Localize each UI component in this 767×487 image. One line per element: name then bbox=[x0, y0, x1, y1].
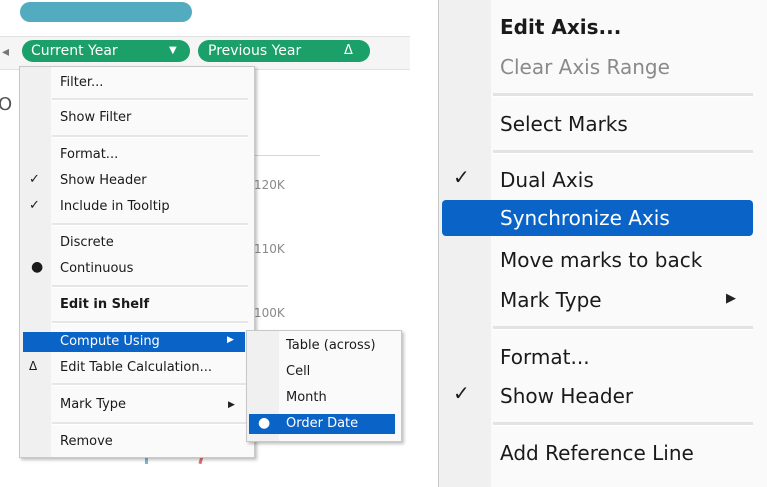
menu-item-edit-in-shelf[interactable]: Edit in Shelf bbox=[60, 296, 149, 314]
delta-icon: Δ bbox=[344, 43, 353, 58]
submenu-arrow-icon: ▶ bbox=[227, 335, 234, 345]
top-shelf-pill[interactable] bbox=[20, 2, 192, 22]
worksheet-area: ◂ Current Year ▼ Previous Year Δ O 120K … bbox=[0, 0, 410, 487]
menu-separator bbox=[493, 422, 753, 426]
menu-item-move-marks-to-back[interactable]: Move marks to back bbox=[500, 247, 702, 273]
menu-item-discrete[interactable]: Discrete bbox=[60, 234, 114, 252]
menu-item-edit-table-calc[interactable]: Edit Table Calculation... bbox=[60, 359, 212, 377]
check-icon: ✓ bbox=[453, 165, 470, 189]
menu-item-select-marks[interactable]: Select Marks bbox=[500, 111, 628, 137]
check-icon: ✓ bbox=[453, 381, 470, 405]
pill-label: Previous Year bbox=[208, 43, 302, 59]
menu-separator bbox=[493, 93, 753, 97]
pill-previous-year[interactable]: Previous Year Δ bbox=[198, 40, 370, 62]
menu-item-mark-type[interactable]: Mark Type bbox=[500, 287, 602, 313]
menu-item-continuous[interactable]: Continuous bbox=[60, 260, 133, 278]
chevron-down-icon[interactable]: ▼ bbox=[169, 40, 177, 62]
delta-icon: Δ bbox=[29, 359, 38, 373]
menu-item-add-reference-line[interactable]: Add Reference Line bbox=[500, 440, 694, 466]
menu-item-label: Synchronize Axis bbox=[500, 206, 670, 230]
submenu-arrow-icon: ▶ bbox=[228, 400, 235, 410]
submenu-item-table-across[interactable]: Table (across) bbox=[286, 337, 376, 355]
axis-tick-label: 110K bbox=[254, 242, 285, 256]
axis-tick-label: 100K bbox=[254, 306, 285, 320]
menu-separator bbox=[493, 326, 753, 330]
check-icon: ✓ bbox=[29, 172, 40, 187]
pill-current-year[interactable]: Current Year ▼ bbox=[22, 40, 190, 62]
menu-item-include-tooltip[interactable]: Include in Tooltip bbox=[60, 198, 170, 216]
menu-item-format[interactable]: Format... bbox=[500, 344, 590, 370]
menu-item-label: Compute Using bbox=[60, 334, 160, 349]
clipped-glyph: O bbox=[0, 94, 13, 115]
menu-gutter bbox=[439, 0, 491, 487]
submenu-item-order-date[interactable]: ● Order Date bbox=[249, 414, 395, 434]
menu-item-show-header[interactable]: Show Header bbox=[500, 383, 633, 409]
menu-item-mark-type[interactable]: Mark Type bbox=[60, 396, 126, 414]
menu-item-compute-using[interactable]: Compute Using ▶ bbox=[23, 332, 245, 352]
menu-item-show-header[interactable]: Show Header bbox=[60, 172, 147, 190]
submenu-arrow-icon: ▶ bbox=[726, 291, 736, 306]
menu-item-show-filter[interactable]: Show Filter bbox=[60, 109, 131, 127]
menu-item-clear-axis-range: Clear Axis Range bbox=[500, 55, 670, 79]
menu-separator bbox=[52, 321, 248, 324]
menu-item-synchronize-axis[interactable]: Synchronize Axis bbox=[442, 200, 753, 236]
menu-separator bbox=[52, 223, 248, 226]
menu-item-remove[interactable]: Remove bbox=[60, 433, 113, 451]
menu-separator bbox=[52, 285, 248, 288]
menu-separator bbox=[52, 422, 248, 425]
menu-item-edit-axis[interactable]: Edit Axis... bbox=[500, 14, 621, 40]
submenu-item-month[interactable]: Month bbox=[286, 389, 327, 407]
submenu-item-cell[interactable]: Cell bbox=[286, 363, 310, 381]
shelf-caret-icon: ◂ bbox=[2, 44, 10, 60]
menu-item-dual-axis[interactable]: Dual Axis bbox=[500, 167, 594, 193]
pill-label: Current Year bbox=[31, 43, 118, 59]
axis-context-menu: Edit Axis... Clear Axis Range Select Mar… bbox=[438, 0, 767, 487]
axis-tick-label: 120K bbox=[254, 178, 285, 192]
menu-item-format[interactable]: Format... bbox=[60, 146, 118, 164]
menu-separator bbox=[52, 135, 248, 138]
menu-item-filter[interactable]: Filter... bbox=[60, 74, 103, 92]
menu-separator bbox=[52, 383, 248, 386]
radio-dot-icon: ● bbox=[258, 415, 271, 431]
pill-context-menu: Filter... Show Filter Format... ✓ Show H… bbox=[19, 66, 255, 458]
menu-separator bbox=[493, 150, 753, 154]
compute-using-submenu: Table (across) Cell Month ● Order Date bbox=[246, 330, 402, 442]
check-icon: ✓ bbox=[29, 198, 40, 213]
menu-item-label: Order Date bbox=[286, 416, 359, 431]
menu-separator bbox=[52, 98, 248, 101]
radio-dot-icon: ● bbox=[31, 259, 44, 275]
